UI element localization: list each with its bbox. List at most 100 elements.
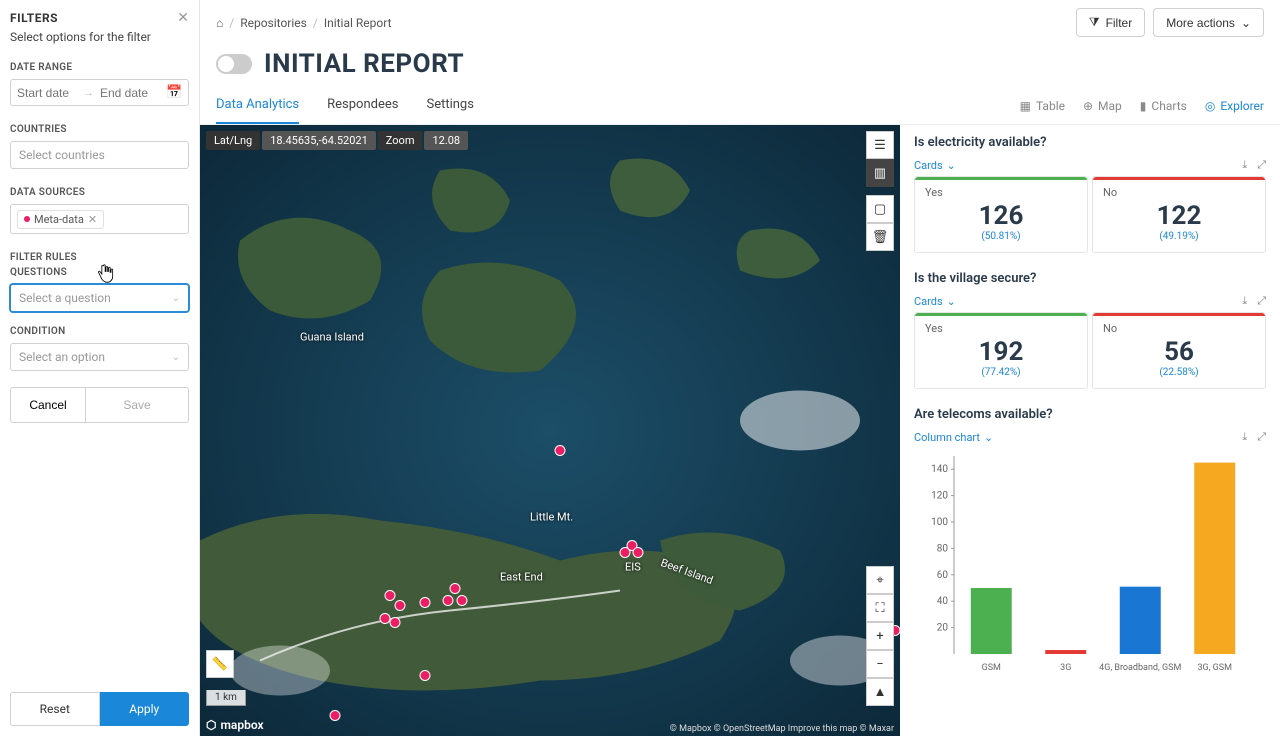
map-scale: 1 km bbox=[206, 690, 246, 706]
publish-toggle[interactable] bbox=[216, 54, 252, 74]
label-filter-rules: FILTER RULES bbox=[10, 252, 189, 263]
chart-icon: ▮ bbox=[1140, 99, 1147, 113]
crumb-repositories[interactable]: Repositories bbox=[240, 16, 307, 30]
expand-icon[interactable]: ⤢ bbox=[1257, 294, 1266, 308]
question-title: Are telecoms available? bbox=[914, 407, 1266, 422]
countries-select[interactable]: Select countries bbox=[10, 141, 189, 169]
latlng-value: 18.45635,-64.52021 bbox=[262, 131, 376, 150]
remove-tag-icon[interactable]: ✕ bbox=[88, 213, 97, 226]
chevron-down-icon: ⌄ bbox=[947, 159, 956, 172]
view-table[interactable]: ▦Table bbox=[1020, 99, 1065, 113]
label-condition: CONDITION bbox=[10, 326, 189, 337]
chevron-down-icon: ⌄ bbox=[172, 352, 180, 363]
label-questions: QUESTIONS bbox=[10, 267, 189, 278]
apply-button[interactable]: Apply bbox=[100, 692, 190, 726]
close-icon[interactable]: ✕ bbox=[177, 10, 189, 26]
condition-select[interactable]: Select an option ⌄ bbox=[10, 343, 189, 371]
crumb-current[interactable]: Initial Report bbox=[324, 16, 392, 30]
question-title: Is electricity available? bbox=[914, 135, 1266, 150]
svg-text:4G, Broadband, GSM: 4G, Broadband, GSM bbox=[1099, 663, 1181, 673]
breadcrumb: ⌂ / Repositories / Initial Report bbox=[216, 16, 392, 30]
arrow-right-icon: → bbox=[83, 86, 94, 99]
date-range-input[interactable]: → 📅 bbox=[10, 79, 189, 106]
panel-electricity: Is electricity available? Cards⌄ ⤓ ⤢ Yes1… bbox=[914, 135, 1266, 253]
stat-card: Yes192(77.42%) bbox=[914, 312, 1088, 389]
svg-text:20: 20 bbox=[937, 623, 949, 634]
view-explorer[interactable]: ◎Explorer bbox=[1205, 99, 1264, 113]
reset-button[interactable]: Reset bbox=[10, 692, 100, 726]
svg-text:GSM: GSM bbox=[982, 663, 1001, 673]
mapbox-logo: ⬡mapbox bbox=[206, 718, 264, 732]
map-label: Guana Island bbox=[300, 331, 364, 344]
viz-selector[interactable]: Cards⌄ bbox=[914, 295, 956, 308]
viz-selector[interactable]: Cards⌄ bbox=[914, 159, 956, 172]
tab-settings[interactable]: Settings bbox=[426, 87, 473, 124]
chevron-down-icon: ⌄ bbox=[172, 293, 180, 304]
panel-telecoms: Are telecoms available? Column chart⌄ ⤓ ⤢… bbox=[914, 407, 1266, 678]
download-icon[interactable]: ⤓ bbox=[1242, 294, 1247, 308]
map-label: EIS bbox=[625, 561, 641, 574]
start-date-input[interactable] bbox=[17, 86, 77, 100]
end-date-input[interactable] bbox=[100, 86, 160, 100]
data-sources-box[interactable]: Meta-data ✕ bbox=[10, 204, 189, 234]
svg-text:80: 80 bbox=[937, 543, 949, 554]
draw-icon[interactable]: ▢ bbox=[866, 195, 894, 223]
download-icon[interactable]: ⤓ bbox=[1242, 430, 1247, 444]
zoom-in-button[interactable]: + bbox=[866, 622, 894, 650]
chevron-down-icon: ⌄ bbox=[984, 431, 993, 444]
stat-card: No56(22.58%) bbox=[1092, 312, 1266, 389]
sidebar-title: FILTERS bbox=[10, 11, 58, 25]
view-map[interactable]: ⊕Map bbox=[1083, 99, 1122, 113]
filter-button[interactable]: ⧩Filter bbox=[1076, 8, 1145, 37]
main-area: ⌂ / Repositories / Initial Report ⧩Filte… bbox=[200, 0, 1280, 736]
filters-sidebar: FILTERS ✕ Select options for the filter … bbox=[0, 0, 200, 736]
question-title: Is the village secure? bbox=[914, 271, 1266, 286]
cancel-button[interactable]: Cancel bbox=[10, 387, 86, 423]
expand-icon[interactable]: ⤢ bbox=[1257, 430, 1266, 444]
tab-data-analytics[interactable]: Data Analytics bbox=[216, 87, 299, 124]
expand-icon[interactable]: ⤢ bbox=[1257, 158, 1266, 172]
view-charts[interactable]: ▮Charts bbox=[1140, 99, 1187, 113]
map-label: East End bbox=[500, 571, 543, 584]
more-actions-button[interactable]: More actions⌄ bbox=[1153, 8, 1264, 37]
data-source-tag[interactable]: Meta-data ✕ bbox=[17, 210, 104, 229]
filter-icon: ⧩ bbox=[1089, 15, 1100, 30]
svg-text:40: 40 bbox=[937, 596, 949, 607]
ruler-icon[interactable]: 📏 bbox=[206, 650, 234, 678]
sidebar-subtitle: Select options for the filter bbox=[10, 30, 189, 44]
layers-icon[interactable]: ☰ bbox=[866, 131, 894, 159]
map[interactable]: Guana Island Little Mt. East End EIS Bee… bbox=[200, 125, 900, 736]
svg-text:3G, GSM: 3G, GSM bbox=[1197, 663, 1232, 673]
svg-text:100: 100 bbox=[931, 517, 948, 528]
save-button[interactable]: Save bbox=[86, 387, 189, 423]
tab-respondees[interactable]: Respondees bbox=[327, 87, 398, 124]
map-label: Little Mt. bbox=[530, 511, 573, 524]
globe-icon: ⊕ bbox=[1083, 99, 1093, 113]
label-data-sources: DATA SOURCES bbox=[10, 187, 189, 198]
compass-icon[interactable]: ▲ bbox=[866, 678, 894, 706]
chevron-down-icon: ⌄ bbox=[1241, 16, 1251, 30]
download-icon[interactable]: ⤓ bbox=[1242, 158, 1247, 172]
locate-icon[interactable]: ⌖ bbox=[866, 566, 894, 594]
telecoms-chart: 20406080100120140GSM3G4G, Broadband, GSM… bbox=[914, 448, 1266, 678]
panel-secure: Is the village secure? Cards⌄ ⤓ ⤢ Yes192(… bbox=[914, 271, 1266, 389]
zoom-out-button[interactable]: − bbox=[866, 650, 894, 678]
home-icon[interactable]: ⌂ bbox=[216, 16, 223, 30]
trash-icon[interactable]: 🗑 bbox=[866, 223, 894, 251]
question-select[interactable]: Select a question ⌄ bbox=[10, 284, 189, 312]
viz-selector[interactable]: Column chart⌄ bbox=[914, 431, 993, 444]
map-attribution: © Mapbox © OpenStreetMap Improve this ma… bbox=[670, 724, 894, 734]
calendar-icon[interactable]: 📅 bbox=[166, 85, 182, 100]
compass-icon: ◎ bbox=[1205, 99, 1215, 113]
chevron-down-icon: ⌄ bbox=[947, 295, 956, 308]
label-date-range: DATE RANGE bbox=[10, 62, 189, 73]
latlng-label: Lat/Lng bbox=[206, 131, 260, 150]
svg-text:120: 120 bbox=[931, 491, 948, 502]
label-countries: COUNTRIES bbox=[10, 124, 189, 135]
table-icon: ▦ bbox=[1020, 99, 1031, 113]
explorer-panel: Is electricity available? Cards⌄ ⤓ ⤢ Yes1… bbox=[900, 125, 1280, 736]
stats-icon[interactable]: ▥ bbox=[866, 159, 894, 187]
fullscreen-icon[interactable]: ⛶ bbox=[866, 594, 894, 622]
dot-icon bbox=[24, 216, 30, 222]
stat-card: Yes126(50.81%) bbox=[914, 176, 1088, 253]
